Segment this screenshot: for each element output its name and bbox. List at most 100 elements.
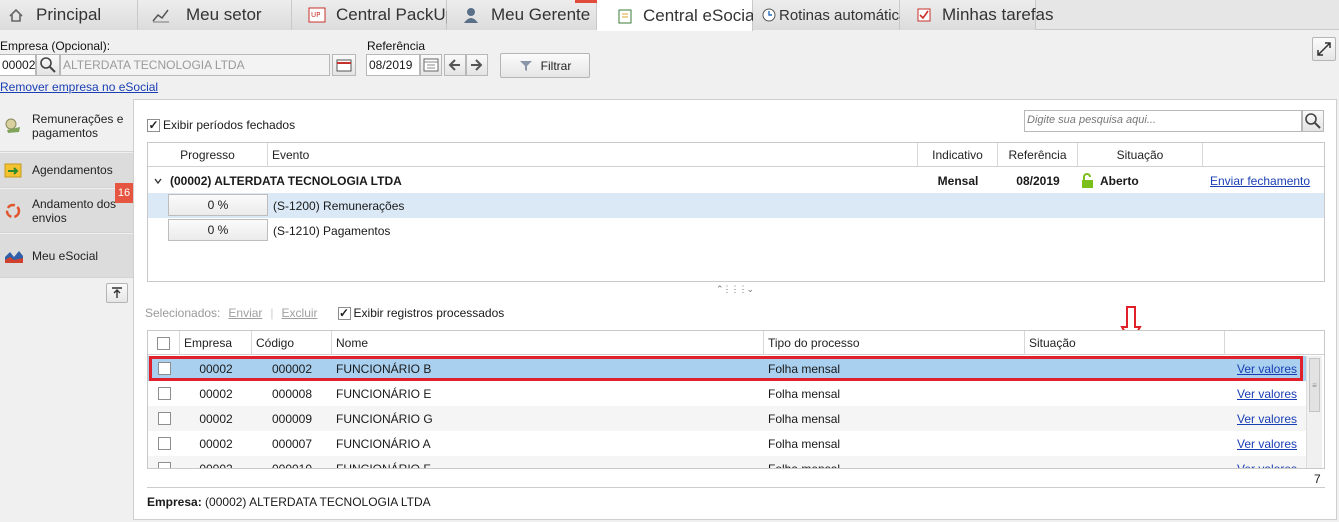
col-evento[interactable]: Evento — [268, 143, 918, 167]
remove-empresa-link[interactable]: Remover empresa no eSocial — [0, 80, 158, 94]
tab-meu-setor[interactable]: Meu setor — [138, 0, 292, 30]
row-checkbox[interactable] — [157, 412, 171, 425]
footer-divider — [147, 487, 1325, 488]
referencia-input[interactable]: 08/2019 — [366, 54, 420, 76]
tab-label: Meu setor — [186, 5, 262, 24]
enviar-link[interactable]: Enviar — [228, 306, 262, 320]
empresa-code-input[interactable]: 00002 — [0, 54, 36, 76]
empresa-list-button[interactable] — [332, 54, 356, 76]
user-icon — [463, 7, 481, 23]
row-checkbox[interactable] — [157, 437, 171, 450]
col-situacao[interactable]: Situação — [1078, 143, 1203, 167]
tab-label: Central eSocial — [643, 5, 759, 25]
row-checkbox[interactable] — [157, 462, 171, 468]
checkbox[interactable] — [337, 306, 351, 320]
sidebar-item-andamento[interactable]: Andamento dos envios 16 — [0, 183, 133, 233]
record-count: 7 — [1314, 472, 1321, 486]
checkbox[interactable] — [147, 118, 160, 132]
search-empresa-button[interactable] — [36, 54, 60, 76]
tipo-processo-cell: Folha mensal — [768, 386, 841, 401]
search-input[interactable]: Digite sua pesquisa aqui... — [1024, 110, 1302, 132]
selecionados-label: Selecionados: — [145, 306, 221, 320]
search-icon — [1305, 113, 1321, 129]
excluir-link[interactable]: Excluir — [282, 306, 318, 320]
expand-button[interactable] — [1312, 37, 1336, 61]
scrollbar[interactable]: ≡ — [1306, 356, 1322, 468]
row-checkbox-cell[interactable] — [148, 431, 180, 456]
col-codigo[interactable]: Código — [252, 331, 332, 355]
col-tipo-processo[interactable]: Tipo do processo — [764, 331, 1025, 355]
search-button[interactable] — [1302, 110, 1324, 132]
tab-central-esocial[interactable]: Central eSocial — [597, 0, 758, 31]
calendar-icon — [4, 162, 22, 178]
tipo-processo-cell: Folha mensal — [768, 436, 841, 451]
evento-row[interactable]: 0 % (S-1210) Pagamentos — [148, 218, 1324, 243]
calendar-button[interactable] — [420, 54, 442, 76]
col-situacao[interactable]: Situação — [1025, 331, 1225, 355]
enviar-fechamento-link[interactable]: Enviar fechamento — [1210, 168, 1310, 193]
table-row[interactable]: 00002 000007 FUNCIONÁRIO A Folha mensal Ver … — [148, 431, 1306, 456]
empresa-cell: 00002 — [199, 386, 233, 401]
ver-valores-link[interactable]: Ver valores — [1237, 431, 1297, 456]
sidebar-label: Andamento dos envios — [32, 196, 117, 225]
sidebar-item-meu-esocial[interactable]: Meu eSocial — [0, 234, 133, 278]
codigo-cell: 000009 — [271, 411, 313, 426]
tab-principal[interactable]: Principal — [0, 0, 138, 30]
table-row[interactable]: 00002 000009 FUNCIONÁRIO G Folha mensal Ver … — [148, 406, 1306, 431]
search-icon — [40, 57, 56, 73]
row-checkbox-cell[interactable] — [148, 406, 180, 431]
next-period-button[interactable] — [466, 54, 488, 76]
tab-label: Principal — [36, 5, 102, 24]
empresa-label: Empresa (Opcional): — [0, 39, 111, 53]
codigo-cell: 000010 — [271, 461, 313, 469]
tab-minhas-tarefas[interactable]: Minhas tarefas — [900, 0, 1054, 30]
exibir-processados-option[interactable]: Exibir registros processados — [337, 306, 504, 320]
tipo-processo-cell: Folha mensal — [768, 461, 841, 469]
tab-meu-gerente[interactable]: Meu Gerente — [447, 0, 597, 30]
col-empresa[interactable]: Empresa — [180, 331, 252, 355]
filtrar-button[interactable]: Filtrar — [500, 53, 590, 78]
packup-icon: UP — [308, 7, 326, 23]
select-all-cell[interactable] — [148, 331, 180, 355]
group-row[interactable]: (00002) ALTERDATA TECNOLOGIA LTDA Mensal… — [148, 168, 1324, 193]
ver-valores-link[interactable]: Ver valores — [1237, 456, 1297, 469]
main-panel: Exibir períodos fechados Digite sua pesq… — [133, 99, 1337, 520]
table-row[interactable]: 00002 000008 FUNCIONÁRIO E Folha mensal Ver … — [148, 381, 1306, 406]
select-all-checkbox[interactable] — [157, 336, 170, 350]
col-indicativo[interactable]: Indicativo — [918, 143, 998, 167]
splitter-handle[interactable]: ⌃⋮⋮⋮⌄ — [716, 284, 754, 295]
grid-header: Empresa Código Nome Tipo do processo Sit… — [148, 331, 1324, 355]
prev-period-button[interactable] — [444, 54, 466, 76]
col-referencia[interactable]: Referência — [998, 143, 1078, 167]
table-row[interactable]: 00002 000010 FUNCIONÁRIO F Folha mensal Ver … — [148, 456, 1306, 469]
ver-valores-link[interactable]: Ver valores — [1237, 381, 1297, 406]
filter-icon — [519, 60, 532, 71]
tab-rotinas-automaticas[interactable]: Rotinas automáticas — [753, 0, 915, 30]
exibir-fechados-option[interactable]: Exibir períodos fechados — [147, 118, 295, 132]
evento-name: (S-1210) Pagamentos — [273, 223, 391, 238]
empresa-cell: 00002 — [199, 436, 233, 451]
empresa-cell: 00002 — [199, 411, 233, 426]
sidebar-label: Remunerações e pagamentos — [32, 111, 124, 140]
exibir-fechados-label: Exibir períodos fechados — [163, 118, 296, 132]
sidebar-item-agendamentos[interactable]: Agendamentos — [0, 153, 133, 188]
row-checkbox-cell[interactable] — [148, 381, 180, 406]
sidebar-item-remuneracoes[interactable]: Remunerações e pagamentos — [0, 100, 133, 152]
grid-header: Progresso Evento Indicativo Referência S… — [148, 143, 1324, 167]
evento-row[interactable]: 0 % (S-1200) Remunerações — [148, 193, 1324, 218]
row-checkbox[interactable] — [157, 387, 171, 400]
col-nome[interactable]: Nome — [332, 331, 764, 355]
home-icon — [8, 7, 26, 23]
ver-valores-link[interactable]: Ver valores — [1237, 406, 1297, 431]
count-badge: 16 — [115, 183, 133, 203]
area-chart-icon — [4, 248, 23, 264]
col-progresso[interactable]: Progresso — [148, 143, 268, 167]
codigo-cell: 000008 — [271, 386, 313, 401]
row-checkbox-cell[interactable] — [148, 456, 180, 468]
tab-central-packup[interactable]: UP Central PackUp — [292, 0, 455, 30]
nome-cell: FUNCIONÁRIO A — [336, 436, 431, 451]
chevron-down-icon[interactable] — [154, 168, 162, 193]
notification-marker — [575, 0, 597, 3]
scrollbar-thumb[interactable]: ≡ — [1309, 358, 1320, 412]
collapse-sidebar-button[interactable] — [106, 283, 128, 303]
